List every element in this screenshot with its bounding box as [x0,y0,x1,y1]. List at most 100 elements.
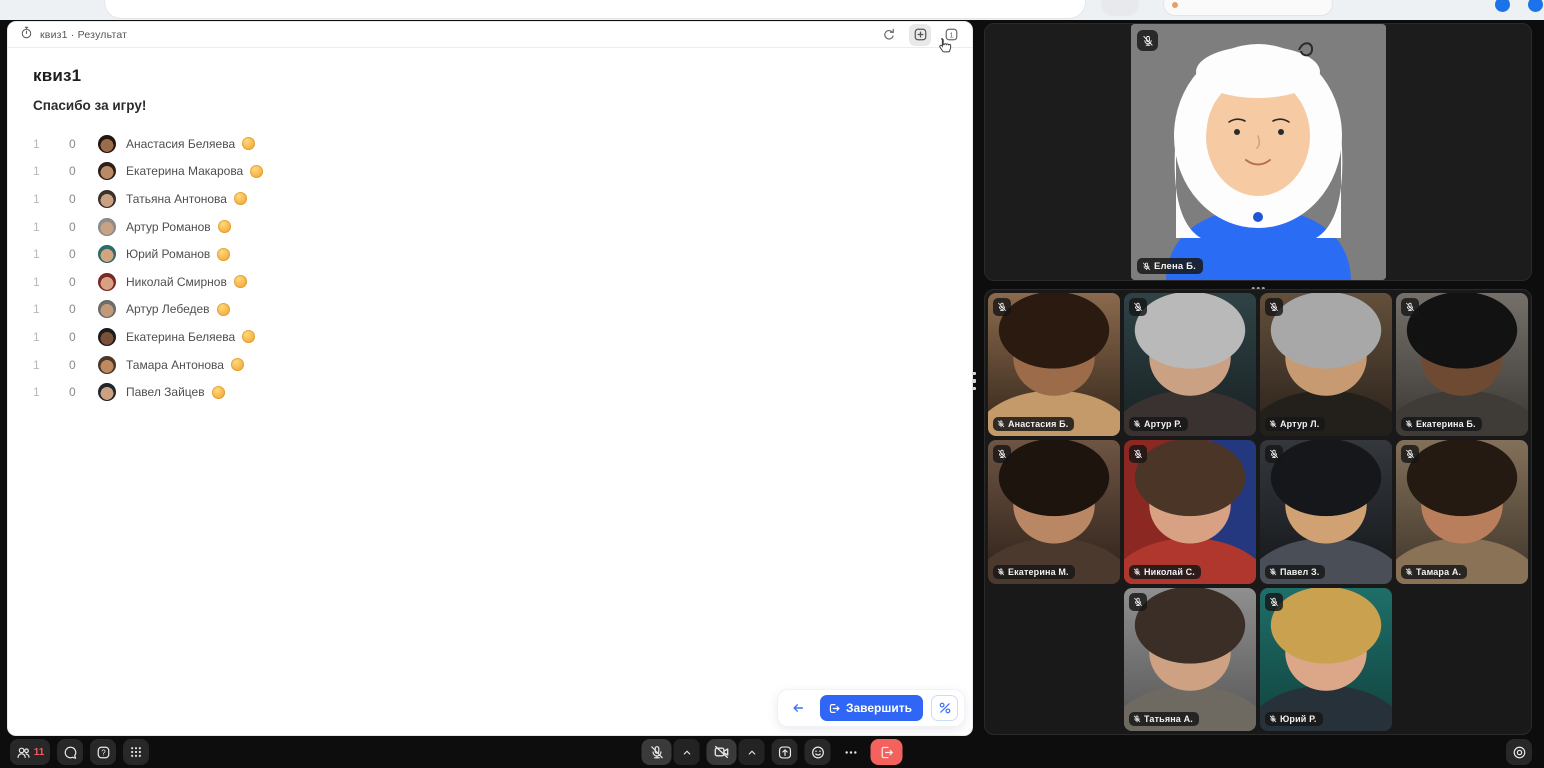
exit-icon [828,702,841,715]
results-percent-button[interactable] [931,695,958,721]
quiz-panel: квиз1 · Результат [8,22,972,735]
result-score: 0 [69,330,89,344]
result-score: 0 [69,385,89,399]
result-score: 0 [69,192,89,206]
video-tile[interactable]: Татьяна А. [1124,588,1256,731]
result-rank: 1 [33,220,53,234]
mic-muted-icon [1405,420,1413,428]
participant-name: Павел З. [1280,567,1319,577]
panel-view-button[interactable]: 1 [940,24,962,46]
participant-name-pill: Екатерина Б. [1401,417,1482,431]
video-tile[interactable]: Артур Р. [1124,293,1256,436]
mic-muted-icon [1133,420,1141,428]
browser-extension-icon[interactable] [1495,0,1510,12]
participant-name-pill: Екатерина М. [993,565,1075,579]
camera-toggle-button[interactable] [707,739,737,765]
avatar [98,383,116,401]
coin-icon [212,386,225,399]
result-rank: 1 [33,358,53,372]
share-screen-button[interactable] [772,739,798,765]
video-stage: Елена Б. Анастасия Б. Артур Р. Артур Л. … [980,21,1536,737]
back-button[interactable] [784,696,812,721]
avatar [98,162,116,180]
quiz-subtitle: Спасибо за игру! [33,98,948,113]
quiz-footer-controls: Завершить [777,689,965,727]
panel-resize-grip[interactable] [971,365,977,397]
share-screen-icon [777,745,792,760]
timer-icon [20,26,33,44]
participant-name: Артур Р. [1144,419,1182,429]
video-tile[interactable]: Николай С. [1124,440,1256,583]
avatar [98,190,116,208]
quiz-result-row: 10Тамара Антонова [33,351,948,379]
main-video-tile[interactable]: Елена Б. [984,23,1532,281]
mic-muted-icon [1401,298,1419,316]
toolbar-left-group: 11 ? [10,739,149,765]
main-participant-name: Елена Б. [1154,261,1196,272]
coin-icon [231,358,244,371]
result-name: Николай Смирнов [126,275,227,289]
participant-name: Юрий Р. [1280,714,1317,724]
coin-icon [234,192,247,205]
result-rank: 1 [33,247,53,261]
coin-icon [217,303,230,316]
result-name: Артур Романов [126,220,211,234]
mic-muted-icon [993,298,1011,316]
quiz-result-row: 10Артур Романов [33,213,948,241]
video-tile[interactable]: Анастасия Б. [988,293,1120,436]
video-tile[interactable]: Тамара А. [1396,440,1528,583]
browser-extension-icon[interactable] [1528,0,1543,12]
toolbar-right-group [1506,739,1532,765]
participant-name: Екатерина Б. [1416,419,1476,429]
participant-name-pill: Тамара А. [1401,565,1467,579]
participant-name: Татьяна А. [1144,714,1193,724]
avatar [98,273,116,291]
people-icon [16,745,31,760]
main-video-feed: Елена Б. [1131,24,1386,280]
mic-options-chevron[interactable] [674,739,700,765]
quiz-result-row: 10Анастасия Беляева [33,130,948,158]
refresh-button[interactable] [878,24,900,46]
mic-muted-icon [1129,445,1147,463]
video-tile[interactable]: Екатерина М. [988,440,1120,583]
record-button[interactable] [1506,739,1532,765]
help-button[interactable]: ? [90,739,116,765]
quiz-result-row: 10Николай Смирнов [33,268,948,296]
svg-text:?: ? [101,748,106,757]
participants-button[interactable]: 11 [10,739,50,765]
coin-icon [234,275,247,288]
chat-button[interactable] [57,739,83,765]
quiz-result-row: 10Екатерина Беляева [33,323,948,351]
quiz-result-row: 10Юрий Романов [33,240,948,268]
video-tile[interactable]: Екатерина Б. [1396,293,1528,436]
participant-name-pill: Анастасия Б. [993,417,1074,431]
mic-toggle-button[interactable] [642,739,672,765]
video-tile[interactable]: Артур Л. [1260,293,1392,436]
quiz-result-row: 10Татьяна Антонова [33,185,948,213]
finish-quiz-button[interactable]: Завершить [820,695,923,721]
browser-pill[interactable] [1101,0,1139,16]
quiz-results-list: 10Анастасия Беляева10Екатерина Макарова 1… [33,130,948,406]
result-rank: 1 [33,192,53,206]
result-name: Тамара Антонова [126,358,224,372]
popout-button[interactable] [909,24,931,46]
quiz-result-row: 10Екатерина Макарова [33,158,948,186]
browser-address-bar[interactable] [105,0,1085,18]
browser-secondary-bar[interactable] [1163,0,1333,16]
more-options-button[interactable] [838,739,864,765]
reactions-button[interactable] [805,739,831,765]
result-score: 0 [69,137,89,151]
mic-muted-icon [1269,568,1277,576]
apps-button[interactable] [123,739,149,765]
result-score: 0 [69,302,89,316]
leave-call-button[interactable] [871,739,903,765]
coin-icon [250,165,263,178]
apps-grid-icon [129,745,143,759]
video-tile[interactable]: Павел З. [1260,440,1392,583]
finish-button-label: Завершить [846,701,912,715]
coin-icon [217,248,230,261]
quiz-title: квиз1 [33,66,948,86]
camera-options-chevron[interactable] [739,739,765,765]
result-rank: 1 [33,385,53,399]
video-tile[interactable]: Юрий Р. [1260,588,1392,731]
